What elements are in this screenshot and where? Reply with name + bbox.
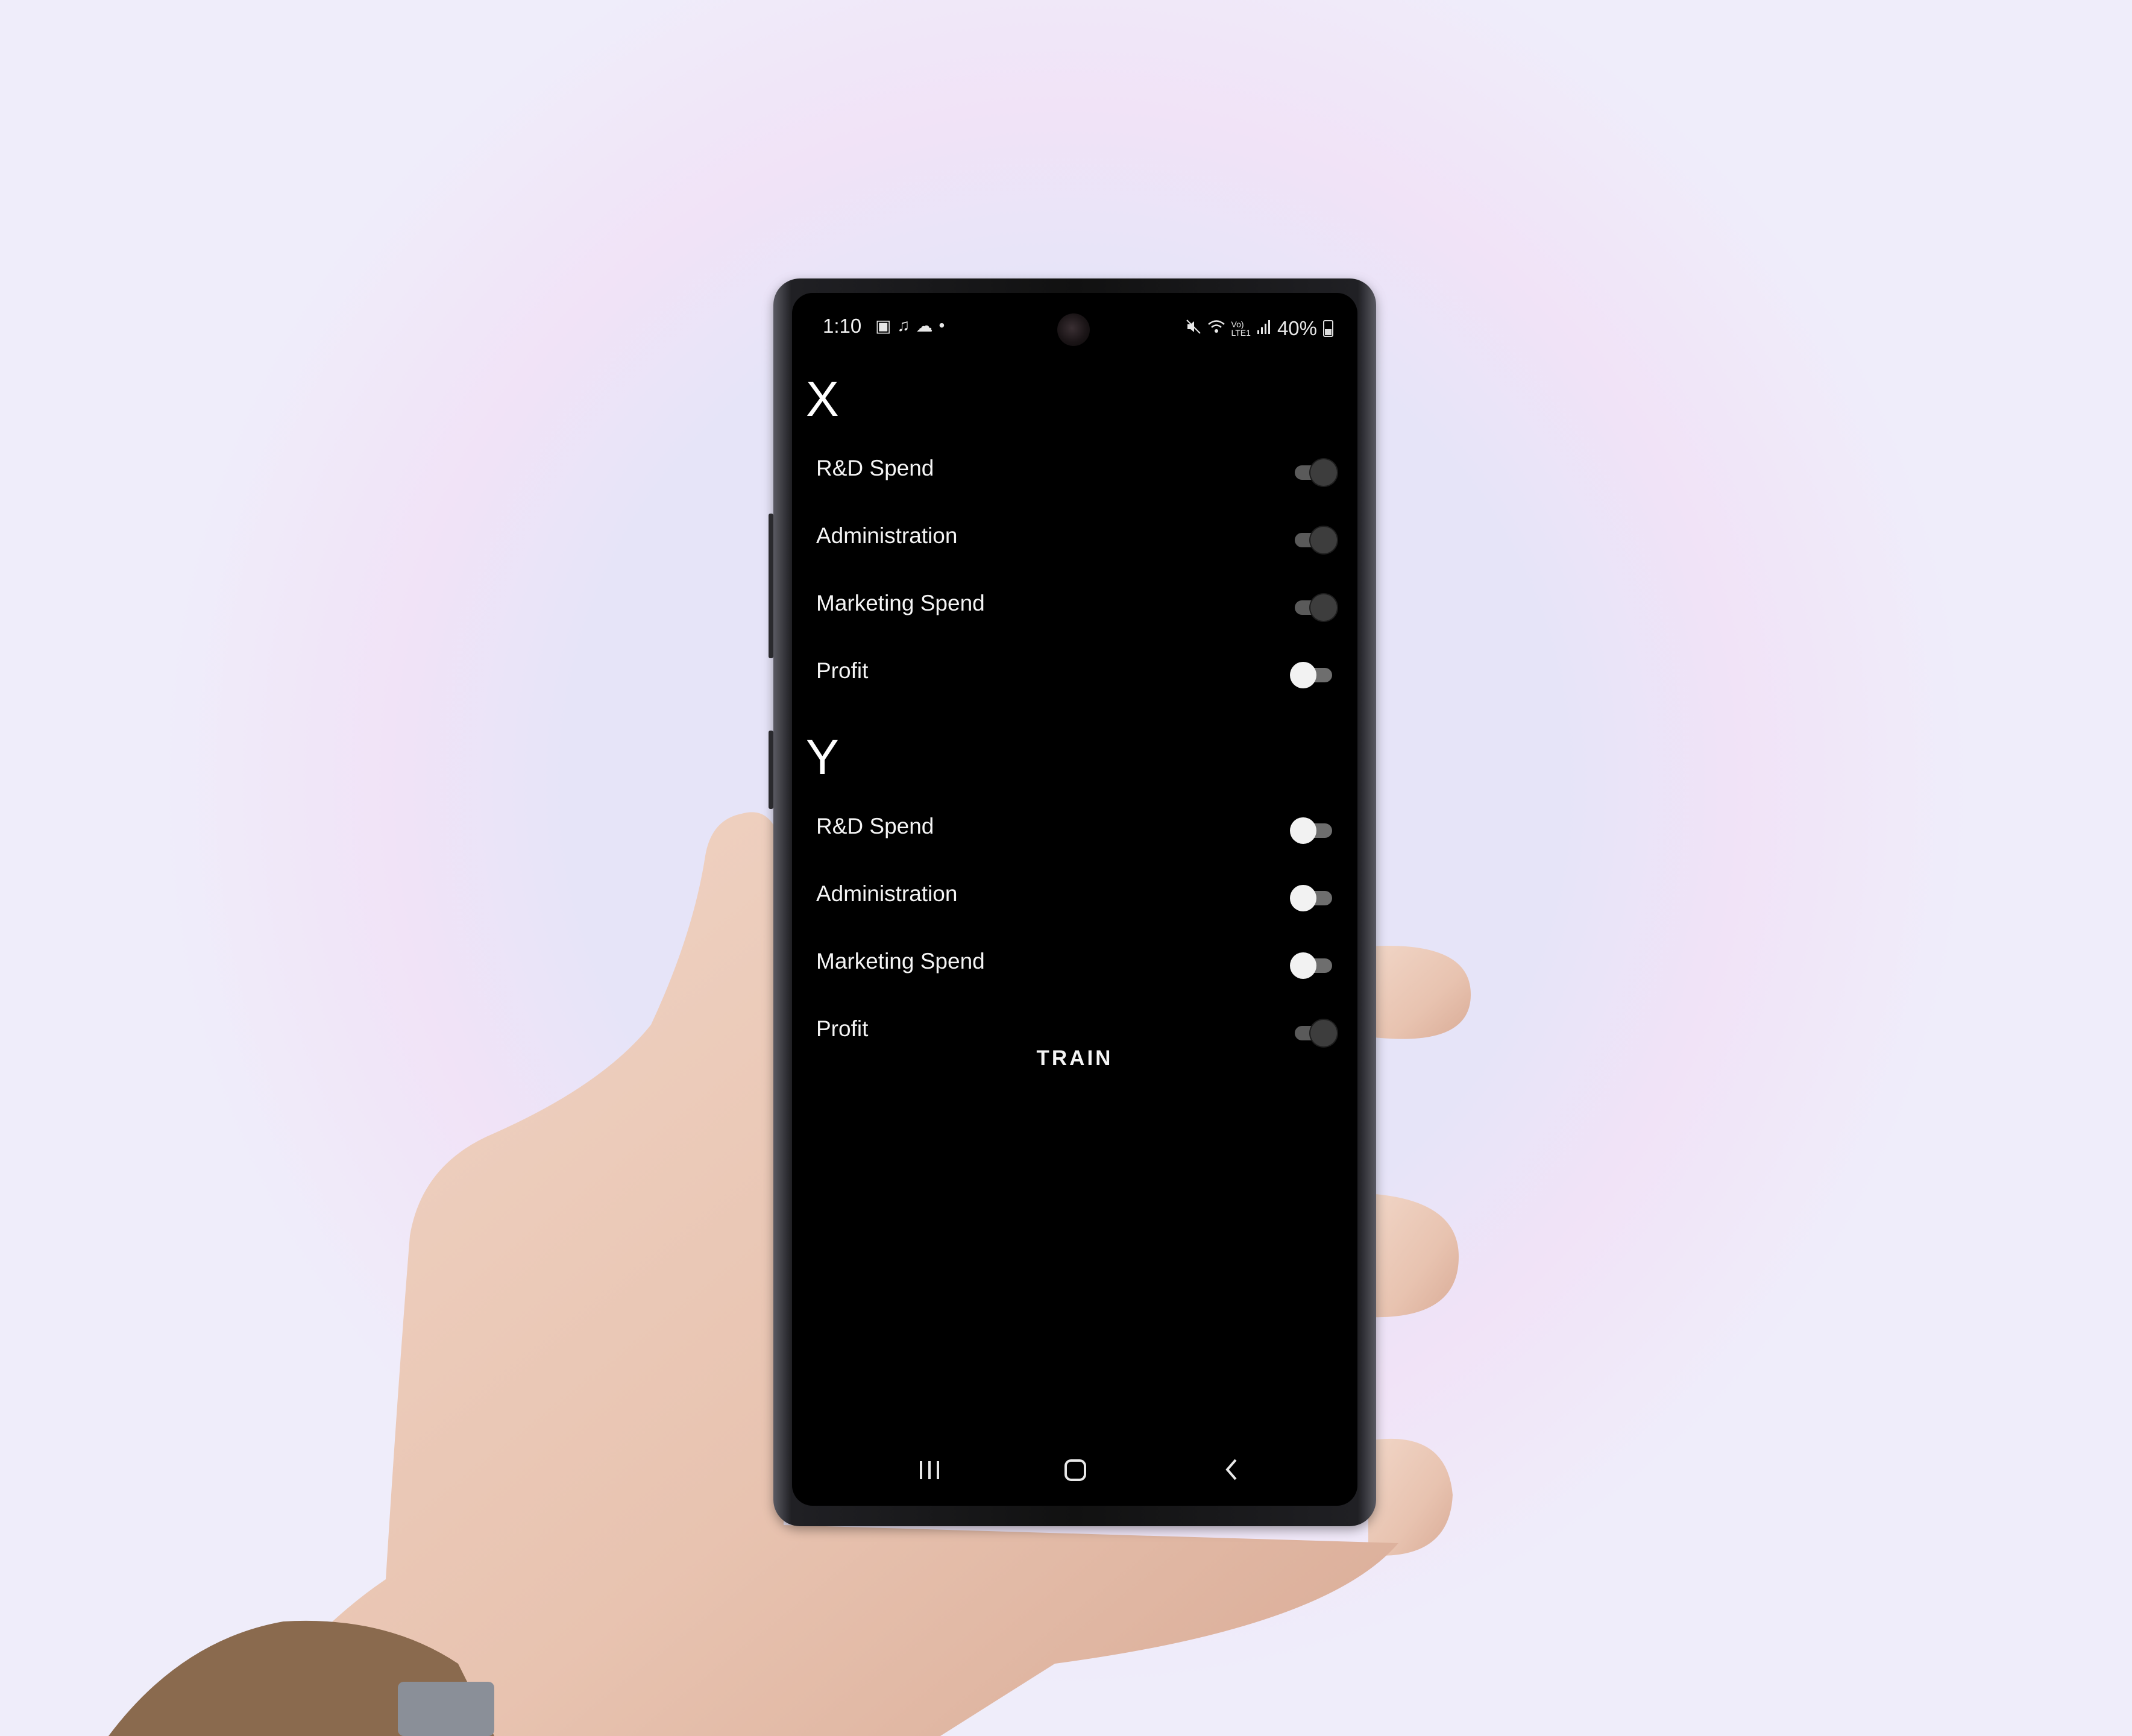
mute-icon (1186, 319, 1201, 339)
y-administration-label: Administration (816, 881, 958, 906)
cloud-icon: ☁ (916, 316, 933, 335)
gallery-icon: ▣ (875, 316, 891, 335)
section-y-title: Y (806, 730, 839, 785)
wifi-icon (1207, 319, 1225, 339)
x-profit-toggle[interactable] (1290, 662, 1332, 688)
y-rd-spend-toggle[interactable] (1290, 817, 1332, 844)
system-icons: Vo) LTE1 40% (1186, 317, 1333, 340)
phone-device: 1:10 ▣ ♫ ☁ • Vo) LTE1 40% X R&D Spend Ad… (769, 278, 1376, 1526)
side-key (769, 731, 773, 809)
y-row-marketing-spend[interactable]: Marketing Spend (792, 931, 1357, 998)
x-marketing-spend-label: Marketing Spend (816, 591, 985, 615)
train-button[interactable]: TRAIN (792, 1046, 1357, 1071)
x-row-profit[interactable]: Profit (792, 640, 1357, 708)
home-icon[interactable] (1057, 1451, 1093, 1488)
y-rd-spend-label: R&D Spend (816, 814, 934, 838)
y-administration-toggle[interactable] (1290, 885, 1332, 911)
x-row-administration[interactable]: Administration (792, 505, 1357, 573)
x-administration-label: Administration (816, 523, 958, 548)
battery-icon (1323, 320, 1333, 337)
x-marketing-spend-toggle[interactable] (1290, 594, 1337, 621)
signal-icon (1257, 319, 1271, 339)
y-profit-label: Profit (816, 1016, 869, 1041)
navigation-bar (792, 1433, 1357, 1506)
dot-icon: • (939, 316, 945, 335)
x-rd-spend-label: R&D Spend (816, 456, 934, 480)
back-icon[interactable] (1214, 1451, 1250, 1488)
status-time: 1:10 (823, 315, 862, 337)
y-marketing-spend-label: Marketing Spend (816, 949, 985, 973)
y-row-administration[interactable]: Administration (792, 863, 1357, 931)
volte-icon: Vo) LTE1 (1231, 319, 1251, 338)
battery-percent: 40% (1277, 317, 1317, 339)
x-profit-label: Profit (816, 658, 869, 683)
recents-icon[interactable] (911, 1451, 948, 1488)
screen: 1:10 ▣ ♫ ☁ • Vo) LTE1 40% X R&D Spend Ad… (792, 293, 1357, 1506)
x-administration-toggle[interactable] (1290, 527, 1337, 553)
section-x-title: X (806, 372, 839, 427)
x-rd-spend-toggle[interactable] (1290, 459, 1337, 486)
notification-icons: ▣ ♫ ☁ • (875, 316, 945, 336)
front-camera (1057, 313, 1090, 346)
x-row-marketing-spend[interactable]: Marketing Spend (792, 573, 1357, 640)
y-row-rd-spend[interactable]: R&D Spend (792, 796, 1357, 863)
music-note-icon: ♫ (897, 316, 910, 335)
y-marketing-spend-toggle[interactable] (1290, 952, 1332, 979)
volume-button (769, 514, 773, 658)
x-row-rd-spend[interactable]: R&D Spend (792, 438, 1357, 505)
y-profit-toggle[interactable] (1290, 1020, 1337, 1046)
status-bar: 1:10 ▣ ♫ ☁ • Vo) LTE1 40% (792, 293, 1357, 351)
